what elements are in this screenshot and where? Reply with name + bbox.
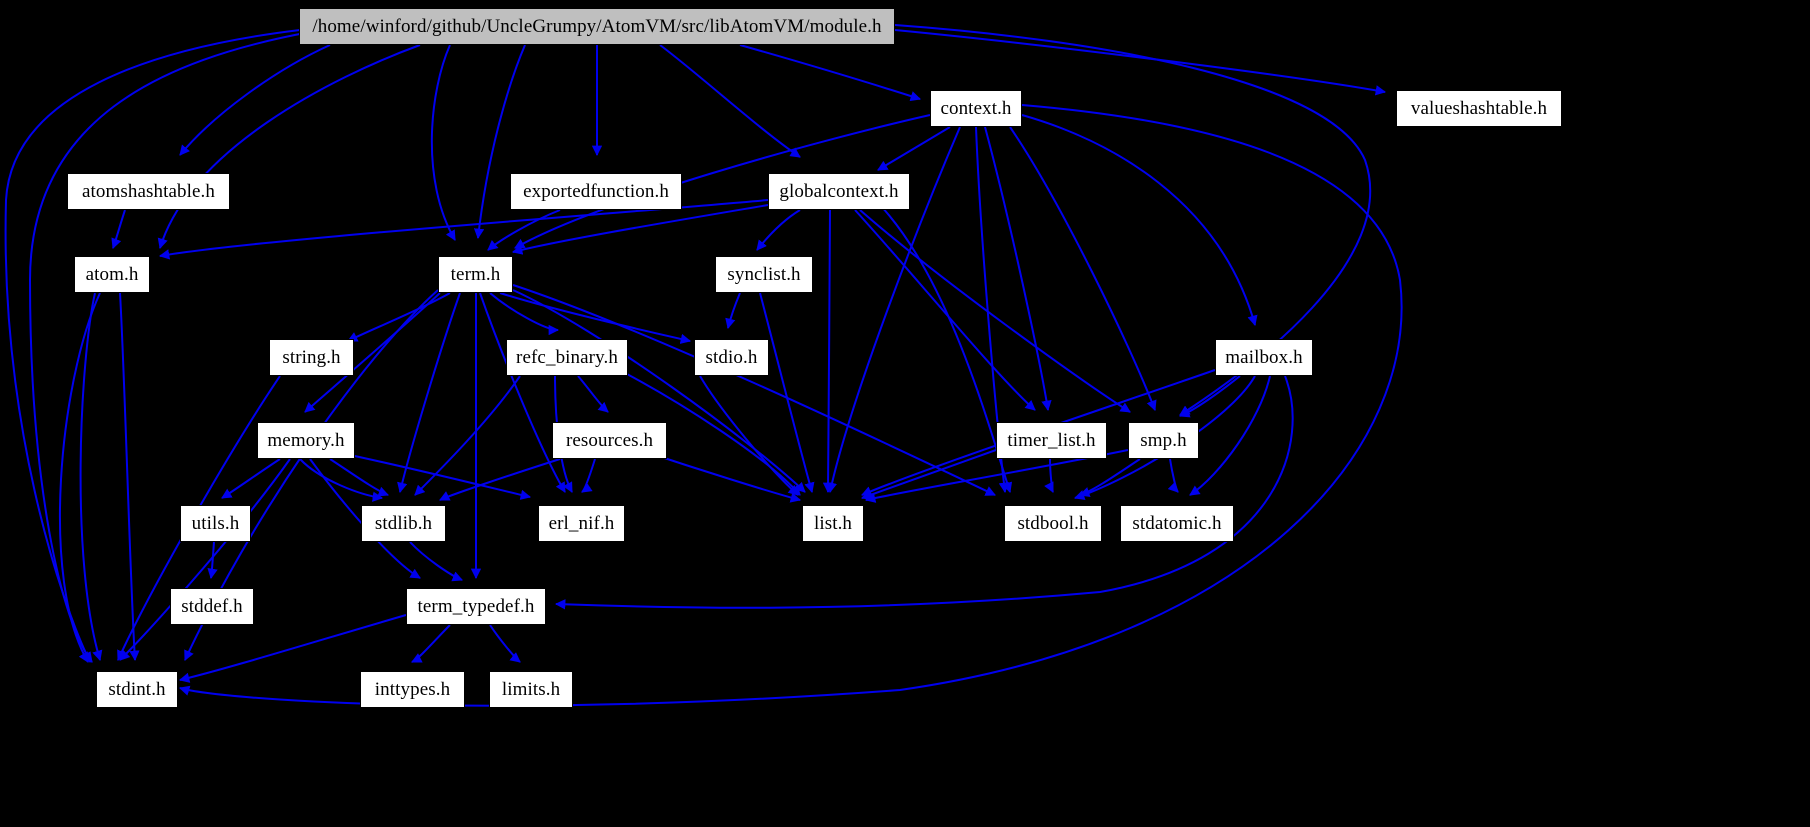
graph-node-label: context.h [940,98,1012,119]
graph-node-label: mailbox.h [1225,347,1303,368]
graph-edge-module-to-context [739,44,921,102]
graph-edge-module-to-valueshashtable [894,29,1387,96]
graph-edge-module-to-stdint [4,29,301,663]
graph-node-label: string.h [282,347,341,368]
graph-node-memory[interactable]: memory.h [257,422,355,459]
graph-edge-globalcontext-to-term [511,204,769,255]
graph-edge-context-to-mailbox [1021,114,1258,327]
graph-node-synclist[interactable]: synclist.h [715,256,813,293]
graph-edge-globalcontext-to-synclist [756,209,801,251]
graph-node-label: /home/winford/github/UncleGrumpy/AtomVM/… [312,16,882,37]
graph-edge-timer_list-to-list [861,449,997,500]
graph-node-label: utils.h [191,513,240,534]
graph-node-resources[interactable]: resources.h [552,422,667,459]
graph-edge-synclist-to-list [759,292,815,494]
graph-node-label: stdlib.h [374,513,433,534]
graph-node-timer_list[interactable]: timer_list.h [996,422,1107,459]
graph-node-context[interactable]: context.h [930,90,1022,127]
graph-edge-smp-to-stdatomic [1167,458,1179,493]
graph-edge-smp-to-stdbool [1079,458,1141,497]
graph-edge-refc_binary-to-resources [577,375,609,413]
graph-node-label: synclist.h [727,264,801,285]
graph-edge-stdlib-to-term_typedef [409,541,463,582]
graph-node-smp[interactable]: smp.h [1128,422,1199,459]
graph-node-inttypes[interactable]: inttypes.h [360,671,465,708]
graph-node-limits[interactable]: limits.h [489,671,573,708]
graph-edge-atom-to-stdint [79,292,103,661]
graph-node-term_typedef[interactable]: term_typedef.h [406,588,546,625]
graph-node-mailbox[interactable]: mailbox.h [1215,339,1313,376]
graph-node-label: exportedfunction.h [523,181,669,202]
graph-node-erl_nif[interactable]: erl_nif.h [538,505,625,542]
include-dependency-graph: /home/winford/github/UncleGrumpy/AtomVM/… [0,0,1810,827]
graph-edge-mailbox-to-term_typedef [554,375,1294,610]
graph-node-exportedfunction[interactable]: exportedfunction.h [510,173,682,210]
graph-node-term[interactable]: term.h [438,256,513,293]
graph-node-label: term_typedef.h [417,596,535,617]
graph-edge-mailbox-to-stdatomic [1189,375,1271,496]
graph-node-label: stdatomic.h [1132,513,1222,534]
graph-node-label: memory.h [267,430,345,451]
graph-node-label: atomshashtable.h [82,181,215,202]
graph-edge-synclist-to-stdio [725,292,741,330]
graph-edge-term-to-string [347,292,451,342]
graph-edge-atomshashtable-to-atom [111,209,126,249]
graph-node-refc_binary[interactable]: refc_binary.h [506,339,628,376]
graph-node-stdbool[interactable]: stdbool.h [1004,505,1102,542]
graph-node-label: stdint.h [108,679,166,700]
graph-node-stddef[interactable]: stddef.h [170,588,254,625]
graph-node-globalcontext[interactable]: globalcontext.h [768,173,910,210]
graph-node-string[interactable]: string.h [269,339,354,376]
graph-node-atomshashtable[interactable]: atomshashtable.h [67,173,230,210]
graph-edge-term-to-refc_binary [489,292,560,336]
graph-edge-context-to-smp [1009,126,1157,411]
graph-node-label: inttypes.h [374,679,451,700]
graph-node-label: refc_binary.h [516,347,618,368]
graph-node-label: limits.h [501,679,561,700]
graph-node-label: timer_list.h [1007,430,1096,451]
graph-edge-module-to-term [430,44,456,241]
graph-node-label: term.h [450,264,501,285]
graph-edge-term_typedef-to-inttypes [411,624,451,663]
graph-node-label: stddef.h [181,596,243,617]
graph-node-utils[interactable]: utils.h [180,505,251,542]
graph-node-label: valueshashtable.h [1410,98,1548,119]
graph-edge-memory-to-stdint [119,458,291,661]
graph-edge-module-to-stdint [28,31,311,663]
graph-edge-memory-to-stdlib [329,458,389,497]
graph-edge-term_typedef-to-limits [489,624,521,663]
graph-node-label: smp.h [1140,430,1187,451]
graph-edge-context-to-globalcontext [877,126,951,171]
graph-node-label: globalcontext.h [779,181,899,202]
graph-node-stdio[interactable]: stdio.h [694,339,769,376]
graph-edge-module-to-atomshashtable [179,44,331,156]
graph-node-module[interactable]: /home/winford/github/UncleGrumpy/AtomVM/… [299,8,895,45]
graph-edge-term-to-stdio [499,292,692,344]
graph-node-list[interactable]: list.h [802,505,864,542]
graph-edge-globalcontext-to-list [822,209,834,494]
graph-node-atom[interactable]: atom.h [74,256,150,293]
graph-edge-module-to-globalcontext [659,44,801,158]
graph-edge-memory-to-stdlib [299,458,384,502]
graph-edge-atom-to-stdint [119,292,140,662]
graph-node-label: list.h [813,513,853,534]
graph-node-stdlib[interactable]: stdlib.h [361,505,446,542]
graph-node-stdatomic[interactable]: stdatomic.h [1120,505,1234,542]
graph-node-label: stdbool.h [1017,513,1089,534]
graph-node-valueshashtable[interactable]: valueshashtable.h [1396,90,1562,127]
graph-node-label: erl_nif.h [548,513,615,534]
graph-node-stdint[interactable]: stdint.h [96,671,178,708]
graph-edge-module-to-atom [157,44,421,249]
graph-edge-memory-to-utils [221,458,281,499]
graph-node-label: atom.h [85,264,139,285]
graph-edge-term-to-stdlib [397,292,461,494]
graph-edge-memory-to-erl_nif [349,454,532,500]
graph-node-label: resources.h [565,430,654,451]
graph-edge-globalcontext-to-smp [859,209,1131,413]
graph-node-label: stdio.h [705,347,758,368]
graph-edge-resources-to-erl_nif [581,458,596,493]
